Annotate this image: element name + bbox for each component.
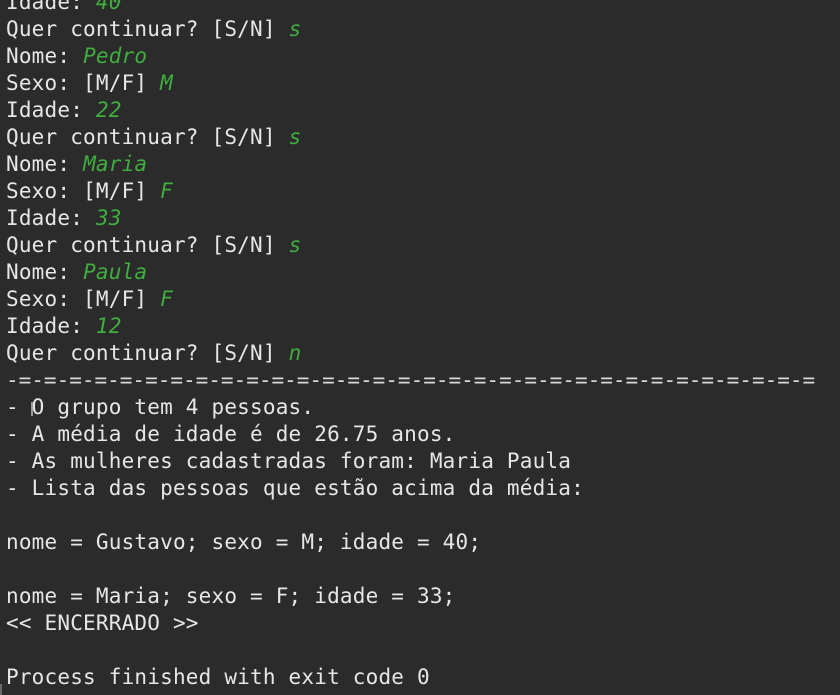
- summary-line: - O grupo tem 4 pessoas.: [6, 395, 315, 419]
- user-input: Paula: [83, 260, 148, 284]
- prompt-text: Sexo: [M/F]: [6, 71, 161, 95]
- console-line: Idade: 12: [6, 313, 122, 340]
- console-line: Nome: Paula: [6, 259, 147, 286]
- run-console-output[interactable]: Idade: 40 Quer continuar? [S/N] s Nome: …: [0, 0, 840, 695]
- gutter-edge: [0, 684, 2, 695]
- prompt-text: Nome:: [6, 44, 84, 68]
- prompt-text: Idade:: [6, 314, 96, 338]
- console-line: Quer continuar? [S/N] s: [6, 124, 301, 151]
- summary-line: - A média de idade é de 26.75 anos.: [6, 422, 456, 446]
- user-input: F: [160, 287, 173, 311]
- console-line: Nome: Pedro: [6, 43, 147, 70]
- prompt-text: Sexo: [M/F]: [6, 287, 161, 311]
- person-record: nome = Gustavo; sexo = M; idade = 40;: [6, 530, 482, 554]
- prompt-text: Idade:: [6, 98, 96, 122]
- user-input: M: [160, 71, 173, 95]
- prompt-text: Quer continuar? [S/N]: [6, 233, 289, 257]
- prompt-text: Sexo: [M/F]: [6, 179, 161, 203]
- user-input: s: [288, 233, 302, 257]
- user-input: 12: [95, 314, 122, 338]
- console-line: Quer continuar? [S/N] n: [6, 340, 301, 367]
- prompt-text: Quer continuar? [S/N]: [6, 125, 289, 149]
- console-line: Idade: 40: [6, 0, 122, 16]
- console-line: Sexo: [M/F] F: [6, 286, 173, 313]
- separator-line: -=-=-=-=-=-=-=-=-=-=-=-=-=-=-=-=-=-=-=-=…: [6, 368, 818, 392]
- console-line: Nome: Maria: [6, 151, 147, 178]
- user-input: Maria: [83, 152, 148, 176]
- summary-line: - As mulheres cadastradas foram: Maria P…: [6, 449, 572, 473]
- end-marker: << ENCERRADO >>: [6, 611, 199, 635]
- user-input: 22: [95, 98, 122, 122]
- person-record: nome = Maria; sexo = F; idade = 33;: [6, 584, 456, 608]
- prompt-text: Idade:: [6, 0, 96, 14]
- summary-line: - Lista das pessoas que estão acima da m…: [6, 476, 584, 500]
- prompt-text: Nome:: [6, 152, 84, 176]
- user-input: 33: [95, 206, 122, 230]
- user-input: s: [288, 125, 302, 149]
- console-line: Quer continuar? [S/N] s: [6, 232, 301, 259]
- user-input: n: [288, 341, 302, 365]
- text-cursor-icon: [31, 402, 33, 416]
- prompt-text: Idade:: [6, 206, 96, 230]
- console-line: Quer continuar? [S/N] s: [6, 16, 301, 43]
- prompt-text: Quer continuar? [S/N]: [6, 341, 289, 365]
- console-line: Sexo: [M/F] M: [6, 70, 173, 97]
- prompt-text: Quer continuar? [S/N]: [6, 17, 289, 41]
- console-line: Idade: 33: [6, 205, 122, 232]
- prompt-text: Nome:: [6, 260, 84, 284]
- process-exit-message: Process finished with exit code 0: [6, 665, 430, 689]
- user-input: 40: [95, 0, 122, 14]
- console-line: Idade: 22: [6, 97, 122, 124]
- user-input: F: [160, 179, 173, 203]
- user-input: s: [288, 17, 302, 41]
- user-input: Pedro: [83, 44, 148, 68]
- console-line: Sexo: [M/F] F: [6, 178, 173, 205]
